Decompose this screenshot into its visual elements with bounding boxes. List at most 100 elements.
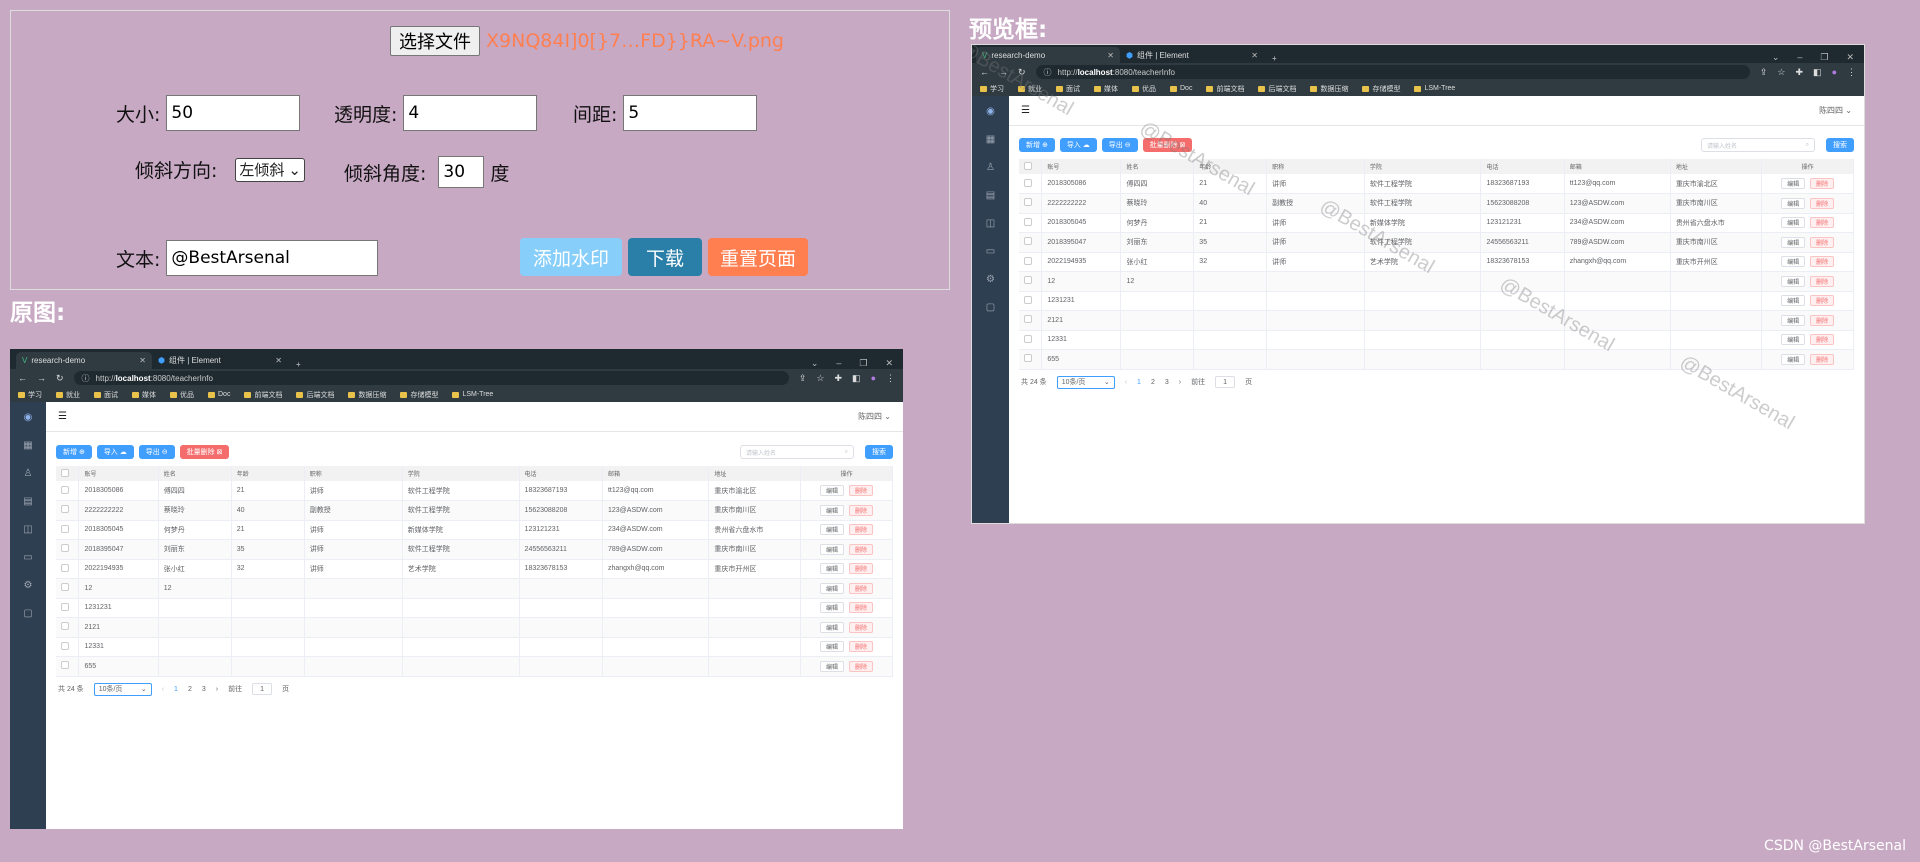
profile-avatar[interactable]: ● <box>1832 67 1837 77</box>
tilt-angle-input[interactable] <box>438 156 485 188</box>
spacing-input[interactable] <box>623 95 758 131</box>
box-icon[interactable]: ▭ <box>986 246 995 257</box>
share-icon[interactable]: ⇪ <box>1760 67 1768 78</box>
grid-icon[interactable]: ▦ <box>986 134 995 145</box>
size-input[interactable] <box>166 95 301 131</box>
delete-button[interactable]: 删除 <box>849 504 874 516</box>
menu-icon[interactable]: ☰ <box>1021 105 1030 116</box>
edit-button[interactable]: 编辑 <box>1781 334 1806 346</box>
row-checkbox[interactable] <box>1024 256 1032 265</box>
row-checkbox[interactable] <box>61 622 69 631</box>
row-checkbox[interactable] <box>1024 237 1032 246</box>
chevron-down-icon[interactable]: ⌄ <box>1772 52 1780 63</box>
edit-button[interactable]: 编辑 <box>820 504 845 516</box>
edit-button[interactable]: 编辑 <box>820 543 845 555</box>
user-menu[interactable]: 陈四四 ⌄ <box>858 411 891 422</box>
box-icon[interactable]: ▭ <box>23 552 32 563</box>
bookmark-item[interactable]: 存储模型 <box>400 390 438 400</box>
batch-delete-button[interactable]: 批量删除 ⊠ <box>179 445 230 459</box>
star-icon[interactable]: ☆ <box>1777 67 1785 78</box>
close-icon[interactable]: ✕ <box>1107 51 1114 60</box>
row-checkbox[interactable] <box>61 602 69 611</box>
chevron-down-icon[interactable]: ⌄ <box>811 358 819 369</box>
import-button[interactable]: 导入 ☁ <box>96 445 134 459</box>
delete-button[interactable]: 删除 <box>1810 295 1835 307</box>
row-checkbox[interactable] <box>1024 217 1032 226</box>
row-checkbox[interactable] <box>61 485 69 494</box>
row-checkbox[interactable] <box>61 505 69 514</box>
row-checkbox[interactable] <box>1024 315 1032 324</box>
prev-page-icon[interactable]: ‹ <box>1125 379 1127 386</box>
delete-button[interactable]: 删除 <box>849 543 874 555</box>
delete-button[interactable]: 删除 <box>849 660 874 672</box>
bookmark-item[interactable]: 数据压缩 <box>348 390 386 400</box>
bookmark-item[interactable]: Doc <box>1170 85 1192 92</box>
row-checkbox[interactable] <box>1024 354 1032 363</box>
bookmark-item[interactable]: Doc <box>208 391 230 398</box>
row-checkbox[interactable] <box>1024 178 1032 187</box>
restore-icon[interactable]: ❐ <box>859 358 867 369</box>
browser-tab-element[interactable]: ⬢ 组件 | Element ✕ <box>152 352 288 369</box>
url-bar[interactable]: ⓘ http://localhost:8080/teacherInfo <box>73 371 789 385</box>
download-button[interactable]: 下载 <box>628 238 702 276</box>
bookmark-item[interactable]: 后端文档 <box>296 390 334 400</box>
delete-button[interactable]: 删除 <box>1810 275 1835 287</box>
edit-button[interactable]: 编辑 <box>820 660 845 672</box>
select-all-checkbox[interactable] <box>1024 161 1032 170</box>
document-icon[interactable]: ▤ <box>23 496 32 507</box>
browser-tab-research-demo[interactable]: V research-demo ✕ <box>976 47 1120 63</box>
document-icon[interactable]: ▤ <box>986 190 995 201</box>
page-2[interactable]: 2 <box>188 686 192 693</box>
select-all-checkbox[interactable] <box>61 468 69 477</box>
edit-button[interactable]: 编辑 <box>1781 236 1806 248</box>
user-icon[interactable]: ♙ <box>986 162 995 173</box>
bookmark-item[interactable]: 学习 <box>18 390 42 400</box>
bookmark-item[interactable]: 前端文档 <box>244 390 282 400</box>
next-page-icon[interactable]: › <box>1179 379 1181 386</box>
user-menu[interactable]: 陈四四 ⌄ <box>1819 105 1852 116</box>
export-button[interactable]: 导出 ⊖ <box>138 445 175 459</box>
delete-button[interactable]: 删除 <box>1810 178 1835 189</box>
share-icon[interactable]: ⇪ <box>799 373 807 384</box>
page-3[interactable]: 3 <box>202 686 206 693</box>
edit-button[interactable]: 编辑 <box>1781 197 1806 209</box>
row-checkbox[interactable] <box>61 544 69 553</box>
delete-button[interactable]: 删除 <box>849 621 874 633</box>
row-checkbox[interactable] <box>61 583 69 592</box>
bookmark-item[interactable]: LSM-Tree <box>1414 85 1455 92</box>
minimize-icon[interactable]: – <box>836 358 841 369</box>
delete-button[interactable]: 删除 <box>849 602 874 614</box>
next-page-icon[interactable]: › <box>216 686 218 693</box>
delete-button[interactable]: 删除 <box>849 524 874 536</box>
bookmark-item[interactable]: 就业 <box>1018 84 1042 94</box>
bookmark-item[interactable]: 媒体 <box>1094 84 1118 94</box>
delete-button[interactable]: 删除 <box>849 563 874 575</box>
reload-icon[interactable]: ↻ <box>56 373 64 384</box>
row-checkbox[interactable] <box>1024 198 1032 207</box>
batch-delete-button[interactable]: 批量删除 ⊠ <box>1142 138 1193 152</box>
bookmark-item[interactable]: LSM-Tree <box>452 391 493 398</box>
add-button[interactable]: 新增 ⊕ <box>1019 138 1055 152</box>
edit-button[interactable]: 编辑 <box>820 524 845 536</box>
edit-button[interactable]: 编辑 <box>1781 314 1806 326</box>
choose-file-button[interactable]: 选择文件 <box>390 26 480 56</box>
page-2[interactable]: 2 <box>1151 379 1155 386</box>
page-size-select[interactable]: 10条/页 ⌄ <box>1056 375 1115 389</box>
delete-button[interactable]: 删除 <box>849 582 874 594</box>
close-icon[interactable]: ✕ <box>1251 51 1258 60</box>
delete-button[interactable]: 删除 <box>1810 217 1835 229</box>
close-icon[interactable]: ✕ <box>275 356 282 365</box>
edit-button[interactable]: 编辑 <box>1781 275 1806 287</box>
close-icon[interactable]: ✕ <box>1846 52 1854 63</box>
forward-icon[interactable]: → <box>37 373 46 383</box>
extension-icon[interactable]: ✚ <box>1796 67 1804 78</box>
more-icon[interactable]: ⋮ <box>886 373 895 384</box>
bookmark-item[interactable]: 数据压缩 <box>1310 84 1348 94</box>
bag-icon[interactable]: ◫ <box>986 218 995 229</box>
browser-tab-research-demo[interactable]: V research-demo ✕ <box>16 352 152 369</box>
profile-avatar[interactable]: ● <box>871 373 876 383</box>
gear-icon[interactable]: ⚙ <box>24 580 33 591</box>
bookmark-item[interactable]: 媒体 <box>132 390 156 400</box>
search-button[interactable]: 搜索 <box>865 445 893 459</box>
prev-page-icon[interactable]: ‹ <box>162 686 164 693</box>
